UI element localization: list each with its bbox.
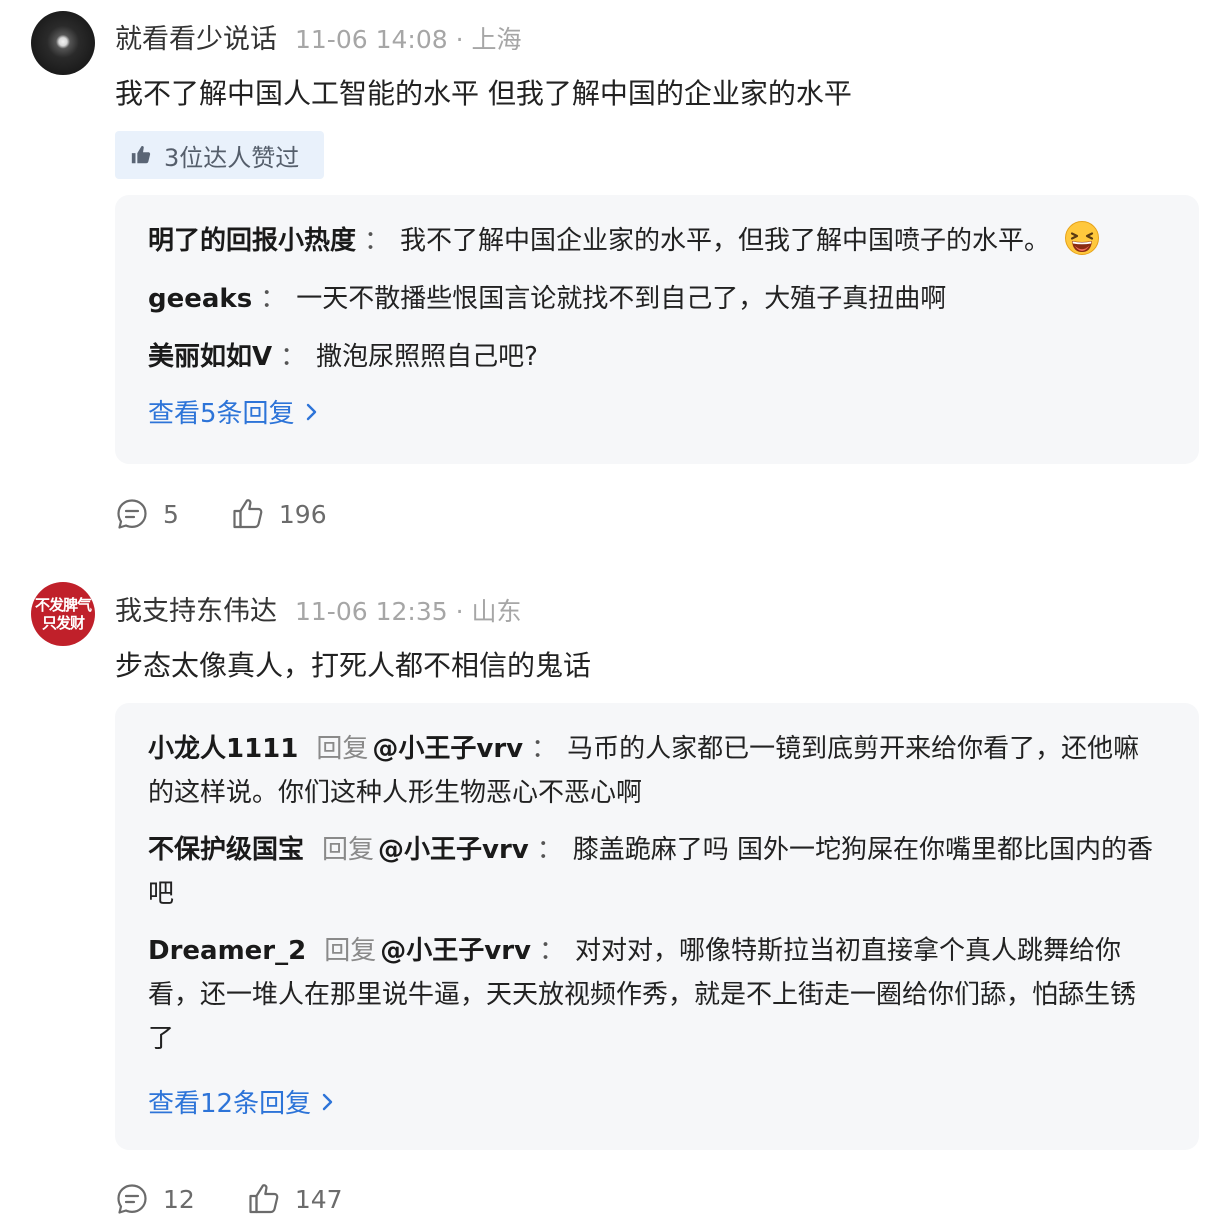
reply-text: 一天不散播些恨国言论就找不到自己了，大殖子真扭曲啊: [296, 284, 947, 314]
reply-item: Dreamer_2 回复 @小王子vrv：对对对，哪像特斯拉当初直接拿个真人跳舞给你…: [148, 929, 1159, 1061]
thumbs-up-filled-icon: [131, 145, 151, 164]
like-count: 147: [294, 1184, 343, 1214]
view-more-replies-label: 查看12条回复: [148, 1089, 312, 1119]
avatar-text-line: 只发财: [41, 614, 85, 632]
meta-separator: ·: [455, 25, 464, 54]
reply-item: 美丽如如V ： 撒泡尿照照自己吧?: [148, 335, 1159, 379]
avatar-text-line: 不发脾气: [34, 596, 92, 614]
reply-text: 我不了解中国企业家的水平，但我了解中国喷子的水平。: [400, 226, 1051, 256]
reply-separator: ：: [260, 284, 287, 314]
view-more-replies-link[interactable]: 查看5条回复: [148, 393, 319, 430]
reply-list: 小龙人1111 回复 @小王子vrv：马币的人家都已一镜到底剪开来给你看了，还他嘛的…: [115, 703, 1199, 1150]
comment-time: 11-06 12:35: [295, 597, 448, 626]
comment-location: 上海: [471, 25, 522, 54]
comment-location: 山东: [471, 597, 522, 626]
comment-meta: 11-06 14:08 · 上海: [295, 20, 522, 56]
laughing-face-emoji-icon: [1065, 220, 1100, 255]
reply-separator: ：: [364, 226, 391, 256]
reply-count: 5: [163, 499, 179, 529]
reply-username[interactable]: 小龙人1111: [148, 734, 298, 764]
reply-text: 撒泡尿照照自己吧?: [316, 342, 538, 372]
comment-header: 就看看少说话 11-06 14:08 · 上海: [115, 17, 522, 56]
comment-meta: 11-06 12:35 · 山东: [295, 592, 522, 628]
reply-count: 12: [163, 1184, 195, 1214]
thumbs-up-icon[interactable]: [247, 1182, 281, 1216]
comment-username[interactable]: 就看看少说话: [115, 17, 277, 56]
reply-username[interactable]: Dreamer_2: [148, 936, 306, 966]
reply-target-user[interactable]: @小王子vrv: [372, 734, 523, 764]
endorse-badge[interactable]: 3位达人赞过: [115, 131, 324, 179]
comment-header: 我支持东伟达 11-06 12:35 · 山东: [115, 589, 522, 628]
reply-separator: ：: [538, 936, 565, 966]
endorse-label: 3位达人赞过: [164, 143, 300, 172]
comment-bubble-icon[interactable]: [115, 497, 149, 531]
comment-text: 我不了解中国人工智能的水平 但我了解中国的企业家的水平: [115, 77, 852, 110]
reply-item: 明了的回报小热度 ： 我不了解中国企业家的水平，但我了解中国喷子的水平。: [148, 219, 1159, 263]
like-count: 196: [278, 499, 327, 529]
reply-separator: ：: [536, 835, 563, 865]
comment-bubble-icon[interactable]: [115, 1182, 149, 1216]
comment-item: 就看看少说话 11-06 14:08 · 上海 我不了解中国人工智能的水平 但我…: [0, 0, 1206, 560]
reply-separator: ：: [531, 734, 558, 764]
view-more-replies-link[interactable]: 查看12条回复: [148, 1083, 335, 1120]
reply-item: 小龙人1111 回复 @小王子vrv：马币的人家都已一镜到底剪开来给你看了，还他嘛的…: [148, 727, 1159, 815]
comment-actions: 5 196: [115, 497, 327, 531]
reply-verb: 回复: [322, 835, 375, 865]
avatar[interactable]: 不发脾气 只发财: [31, 582, 95, 646]
reply-verb: 回复: [316, 734, 369, 764]
reply-verb: 回复: [324, 936, 377, 966]
comment-actions: 12 147: [115, 1182, 343, 1216]
reply-target-user[interactable]: @小王子vrv: [380, 936, 531, 966]
reply-list: 明了的回报小热度 ： 我不了解中国企业家的水平，但我了解中国喷子的水平。 geeak…: [115, 195, 1199, 464]
reply-item: geeaks ： 一天不散播些恨国言论就找不到自己了，大殖子真扭曲啊: [148, 277, 1159, 321]
chevron-right-icon: [322, 1093, 333, 1110]
reply-username[interactable]: 明了的回报小热度: [148, 226, 356, 256]
chevron-right-icon: [306, 403, 316, 420]
reply-username[interactable]: geeaks: [148, 284, 252, 314]
view-more-replies-label: 查看5条回复: [148, 399, 295, 429]
reply-item: 不保护级国宝 回复 @小王子vrv：膝盖跪麻了吗 国外一坨狗屎在你嘴里都比国内的香吧: [148, 828, 1159, 916]
comment-text: 步态太像真人，打死人都不相信的鬼话: [115, 649, 592, 682]
reply-username[interactable]: 不保护级国宝: [148, 835, 304, 865]
comment-time: 11-06 14:08: [295, 25, 448, 54]
meta-separator: ·: [455, 597, 464, 626]
reply-target-user[interactable]: @小王子vrv: [378, 835, 529, 865]
reply-separator: ：: [280, 342, 307, 372]
avatar[interactable]: [31, 11, 95, 75]
comment-username[interactable]: 我支持东伟达: [115, 589, 277, 628]
thumbs-up-icon[interactable]: [231, 497, 265, 531]
reply-username[interactable]: 美丽如如V: [148, 342, 272, 372]
comment-item: 不发脾气 只发财 我支持东伟达 11-06 12:35 · 山东 步态太像真人，…: [0, 560, 1206, 1218]
